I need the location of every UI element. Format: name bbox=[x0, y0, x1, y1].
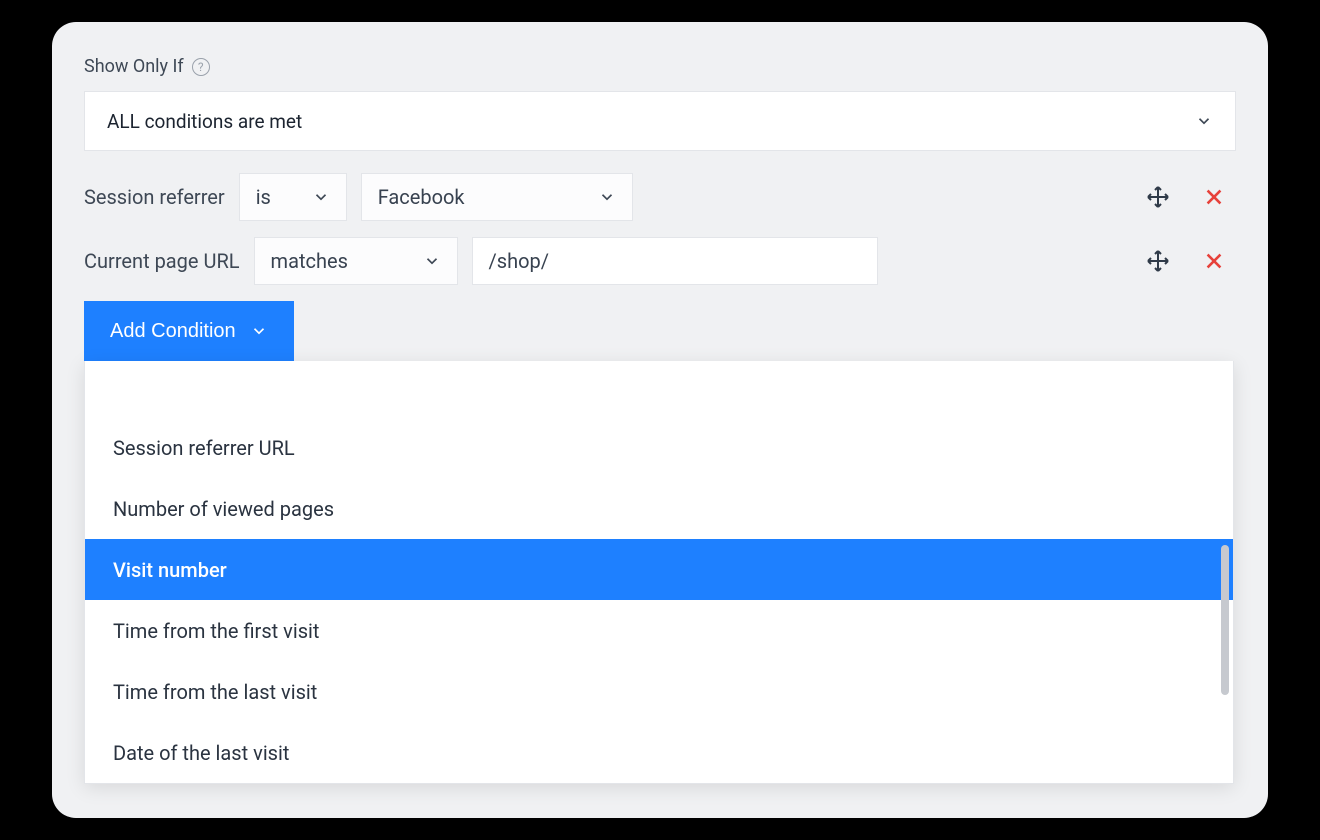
add-condition-wrap: Add Condition Session referrer URL Numbe… bbox=[84, 301, 1236, 361]
help-icon[interactable]: ? bbox=[192, 58, 210, 76]
remove-condition-button[interactable] bbox=[1200, 183, 1228, 211]
condition-row: Current page URL matches /shop/ bbox=[84, 237, 1236, 285]
add-condition-label: Add Condition bbox=[110, 320, 236, 343]
remove-condition-button[interactable] bbox=[1200, 247, 1228, 275]
dropdown-item[interactable]: Time from the first visit bbox=[85, 600, 1233, 661]
header-row: Show Only If ? bbox=[84, 56, 1236, 77]
dropdown-item[interactable]: Visit number bbox=[85, 539, 1233, 600]
close-icon bbox=[1203, 186, 1225, 208]
drag-handle[interactable] bbox=[1144, 183, 1172, 211]
chevron-down-icon bbox=[250, 322, 268, 340]
move-icon bbox=[1146, 249, 1170, 273]
chevron-down-icon bbox=[1195, 112, 1213, 130]
header-label: Show Only If bbox=[84, 56, 184, 77]
condition-field-label: Current page URL bbox=[84, 249, 240, 273]
chevron-down-icon bbox=[598, 188, 616, 206]
add-condition-dropdown: Session referrer URL Number of viewed pa… bbox=[84, 361, 1234, 784]
scrollbar-thumb[interactable] bbox=[1221, 545, 1229, 695]
logic-mode-value: ALL conditions are met bbox=[107, 110, 302, 133]
logic-mode-select[interactable]: ALL conditions are met bbox=[84, 91, 1236, 151]
value-text: /shop/ bbox=[489, 249, 549, 273]
condition-field-label: Session referrer bbox=[84, 185, 225, 209]
row-actions bbox=[1144, 183, 1228, 211]
condition-row: Session referrer is Facebook bbox=[84, 173, 1236, 221]
conditions-panel: Show Only If ? ALL conditions are met Se… bbox=[52, 22, 1268, 818]
add-condition-button[interactable]: Add Condition bbox=[84, 301, 294, 361]
value-select[interactable]: Facebook bbox=[361, 173, 633, 221]
operator-select[interactable]: matches bbox=[254, 237, 458, 285]
move-icon bbox=[1146, 185, 1170, 209]
dropdown-item[interactable]: Session referrer URL bbox=[85, 417, 1233, 478]
drag-handle[interactable] bbox=[1144, 247, 1172, 275]
dropdown-item[interactable]: Number of viewed pages bbox=[85, 478, 1233, 539]
chevron-down-icon bbox=[423, 252, 441, 270]
operator-value: matches bbox=[271, 249, 348, 273]
row-actions bbox=[1144, 247, 1228, 275]
dropdown-item[interactable]: Time from the last visit bbox=[85, 661, 1233, 722]
dropdown-item[interactable]: Date of the last visit bbox=[85, 722, 1233, 783]
value-text: Facebook bbox=[378, 185, 465, 209]
value-input[interactable]: /shop/ bbox=[472, 237, 878, 285]
operator-select[interactable]: is bbox=[239, 173, 347, 221]
operator-value: is bbox=[256, 185, 271, 209]
close-icon bbox=[1203, 250, 1225, 272]
chevron-down-icon bbox=[312, 188, 330, 206]
